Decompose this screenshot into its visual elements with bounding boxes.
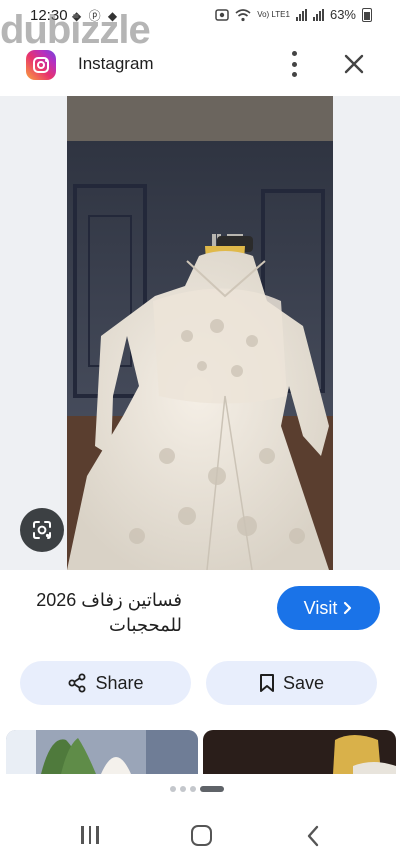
- source-header: Instagram: [0, 40, 400, 90]
- close-icon[interactable]: [343, 53, 365, 75]
- back-icon[interactable]: [304, 824, 324, 848]
- signal-icon: [295, 8, 307, 21]
- save-button[interactable]: Save: [206, 661, 377, 705]
- share-button[interactable]: Share: [20, 661, 191, 705]
- google-lens-icon: [33, 521, 51, 539]
- system-navigation-bar: [0, 812, 400, 866]
- related-image-thumbnail[interactable]: [203, 730, 396, 774]
- photo-icon: [215, 8, 229, 21]
- signal-icon-2: [312, 8, 324, 21]
- home-icon[interactable]: [191, 825, 212, 846]
- battery-icon: [362, 7, 372, 22]
- google-lens-button[interactable]: [20, 508, 64, 552]
- chevron-right-icon: [344, 601, 352, 615]
- battery-percent: 63%: [329, 7, 356, 22]
- screen: 12:30 ◆ ⓟ ◆ Vo) LTE1 63% dubizzle Instag…: [0, 0, 400, 866]
- wifi-icon: [235, 8, 251, 21]
- source-title[interactable]: Instagram: [78, 54, 154, 74]
- visit-button[interactable]: Visit: [277, 586, 380, 630]
- share-label: Share: [95, 672, 144, 693]
- image-preview-area: [0, 96, 400, 570]
- result-caption: فساتين زفاف 2026 للمحجبات: [36, 590, 182, 635]
- bookmark-icon: [259, 674, 274, 692]
- instagram-logo-icon: [26, 50, 56, 80]
- wedding-dress-photo[interactable]: [67, 96, 333, 570]
- more-vert-icon[interactable]: [286, 51, 302, 77]
- visit-label: Visit: [303, 597, 338, 618]
- save-label: Save: [282, 672, 325, 693]
- recent-apps-icon[interactable]: [80, 826, 100, 846]
- volte-label: Vo) LTE1: [257, 9, 290, 19]
- related-image-thumbnail[interactable]: [6, 730, 198, 774]
- share-icon: [68, 673, 86, 693]
- status-bar: 12:30 ◆ ⓟ ◆ Vo) LTE1 63% dubizzle: [0, 0, 400, 52]
- carousel-page-indicator: [170, 786, 224, 792]
- status-right: Vo) LTE1 63%: [215, 7, 372, 22]
